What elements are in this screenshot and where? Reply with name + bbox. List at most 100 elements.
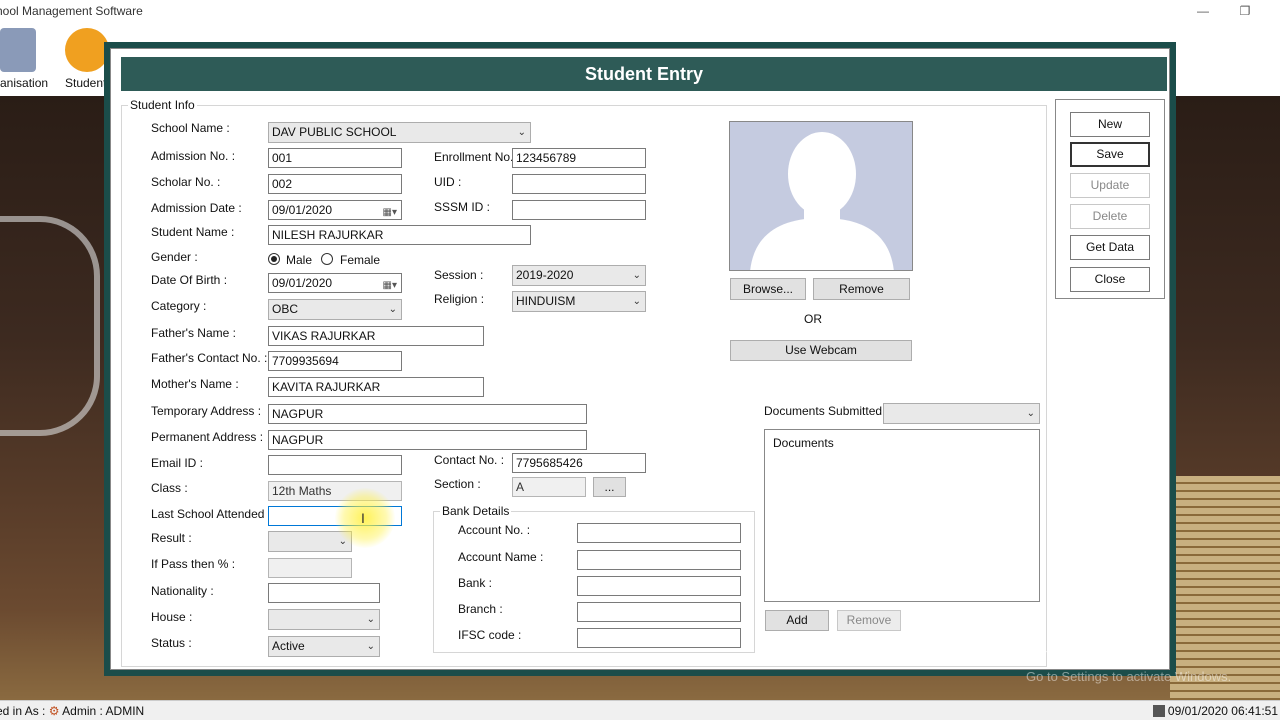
dialog-title: Student Entry	[121, 57, 1167, 91]
status-value: Active	[272, 639, 305, 653]
pass-percent-input[interactable]	[268, 558, 352, 578]
section-browse-button[interactable]: ...	[593, 477, 626, 497]
school-name-value: DAV PUBLIC SCHOOL	[272, 125, 397, 139]
toolbar-label-organisation: anisation	[0, 76, 49, 90]
dob-value: 09/01/2020	[272, 276, 333, 290]
uid-input[interactable]	[512, 174, 646, 194]
branch-label: Branch :	[458, 602, 503, 616]
save-button[interactable]: Save	[1070, 142, 1150, 167]
enrollment-no-input[interactable]: 123456789	[512, 148, 646, 168]
mother-name-label: Mother's Name :	[151, 377, 239, 391]
documents-select[interactable]: ⌄	[883, 403, 1040, 424]
calendar-dropdown-icon[interactable]: ▦▾	[383, 277, 397, 295]
login-status: ed in As : ⚙ Admin : ADMIN	[0, 704, 144, 718]
student-entry-dialog: Student Entry Student Info School Name :…	[110, 48, 1170, 670]
new-button[interactable]: New	[1070, 112, 1150, 137]
house-select[interactable]: ⌄	[268, 609, 380, 630]
chevron-down-icon: ⌄	[1026, 408, 1035, 419]
gender-male-radio[interactable]	[268, 253, 280, 265]
use-webcam-button[interactable]: Use Webcam	[730, 340, 912, 361]
remove-photo-button[interactable]: Remove	[813, 278, 910, 300]
get-data-button[interactable]: Get Data	[1070, 235, 1150, 260]
remove-document-button[interactable]: Remove	[837, 610, 901, 631]
student-photo	[729, 121, 913, 271]
scholar-no-input[interactable]: 002	[268, 174, 402, 194]
user-name: Admin	[62, 704, 97, 718]
session-value: 2019-2020	[516, 268, 574, 282]
class-input[interactable]: 12th Maths	[268, 481, 402, 501]
toolbar-item-organisation[interactable]: anisation	[0, 24, 49, 96]
enrollment-no-label: Enrollment No.	[434, 150, 514, 164]
school-name-select[interactable]: DAV PUBLIC SCHOOL ⌄	[268, 122, 531, 143]
category-select[interactable]: OBC ⌄	[268, 299, 402, 320]
admission-no-input[interactable]: 001	[268, 148, 402, 168]
student-icon	[65, 28, 109, 72]
avatar-placeholder-icon	[750, 132, 894, 270]
last-school-input[interactable]	[268, 506, 402, 526]
session-select[interactable]: 2019-2020 ⌄	[512, 265, 646, 286]
chevron-down-icon: ⌄	[632, 296, 641, 307]
account-name-label: Account Name :	[458, 550, 544, 564]
nationality-input[interactable]	[268, 583, 380, 603]
email-input[interactable]	[268, 455, 402, 475]
add-document-button[interactable]: Add	[765, 610, 829, 631]
status-label: Status :	[151, 636, 192, 650]
account-no-input[interactable]	[577, 523, 741, 543]
or-label: OR	[804, 312, 822, 326]
result-select[interactable]: ⌄	[268, 531, 352, 552]
pass-percent-label: If Pass then % :	[151, 557, 236, 571]
school-name-label: School Name :	[151, 121, 230, 135]
status-select[interactable]: Active ⌄	[268, 636, 380, 657]
student-name-input[interactable]: NILESH RAJURKAR	[268, 225, 531, 245]
sssm-id-input[interactable]	[512, 200, 646, 220]
chevron-down-icon: ⌄	[366, 641, 375, 652]
browse-photo-button[interactable]: Browse...	[730, 278, 806, 300]
class-label: Class :	[151, 481, 188, 495]
documents-list[interactable]: Documents	[764, 429, 1040, 602]
mother-name-input[interactable]: KAVITA RAJURKAR	[268, 377, 484, 397]
restore-button[interactable]: ❐	[1230, 2, 1260, 22]
contact-no-input[interactable]: 7795685426	[512, 453, 646, 473]
activation-watermark-sub: Go to Settings to activate Windows.	[1026, 669, 1232, 684]
delete-button[interactable]: Delete	[1070, 204, 1150, 229]
student-info-group-title: Student Info	[128, 98, 197, 112]
chevron-down-icon: ⌄	[366, 614, 375, 625]
father-contact-input[interactable]: 7709935694	[268, 351, 402, 371]
gender-male-label[interactable]: Male	[286, 253, 312, 267]
student-name-label: Student Name :	[151, 225, 235, 239]
status-separator: :	[99, 704, 103, 718]
organisation-icon	[0, 28, 36, 72]
temp-address-label: Temporary Address :	[151, 404, 262, 418]
religion-value: HINDUISM	[516, 294, 576, 308]
chevron-down-icon: ⌄	[632, 270, 641, 281]
perm-address-label: Permanent Address :	[151, 430, 264, 444]
student-entry-window: Student Entry Student Info School Name :…	[104, 42, 1176, 676]
father-name-input[interactable]: VIKAS RAJURKAR	[268, 326, 484, 346]
documents-submitted-label: Documents Submitted :	[764, 404, 889, 418]
calendar-dropdown-icon[interactable]: ▦▾	[383, 204, 397, 222]
logged-in-label: ed in As :	[0, 704, 46, 718]
branch-input[interactable]	[577, 602, 741, 622]
gender-female-label[interactable]: Female	[340, 253, 380, 267]
update-button[interactable]: Update	[1070, 173, 1150, 198]
section-input[interactable]: A	[512, 477, 586, 497]
uid-label: UID :	[434, 175, 462, 189]
contact-no-label: Contact No. :	[434, 453, 505, 467]
bank-input[interactable]	[577, 576, 741, 596]
religion-select[interactable]: HINDUISM ⌄	[512, 291, 646, 312]
ifsc-input[interactable]	[577, 628, 741, 648]
bank-details-title: Bank Details	[440, 504, 512, 518]
user-icon: ⚙	[48, 704, 60, 718]
actions-panel: New Save Update Delete Get Data Close	[1055, 99, 1165, 299]
dob-picker[interactable]: 09/01/2020 ▦▾	[268, 273, 402, 293]
religion-label: Religion :	[434, 292, 485, 306]
temp-address-input[interactable]: NAGPUR	[268, 404, 587, 424]
gender-female-radio[interactable]	[321, 253, 333, 265]
minimize-button[interactable]: —	[1188, 2, 1218, 22]
desktop-decoration	[0, 216, 100, 436]
perm-address-input[interactable]: NAGPUR	[268, 430, 587, 450]
close-button[interactable]: Close	[1070, 267, 1150, 292]
account-name-input[interactable]	[577, 550, 741, 570]
admission-date-picker[interactable]: 09/01/2020 ▦▾	[268, 200, 402, 220]
app-title: hool Management Software	[0, 4, 143, 18]
